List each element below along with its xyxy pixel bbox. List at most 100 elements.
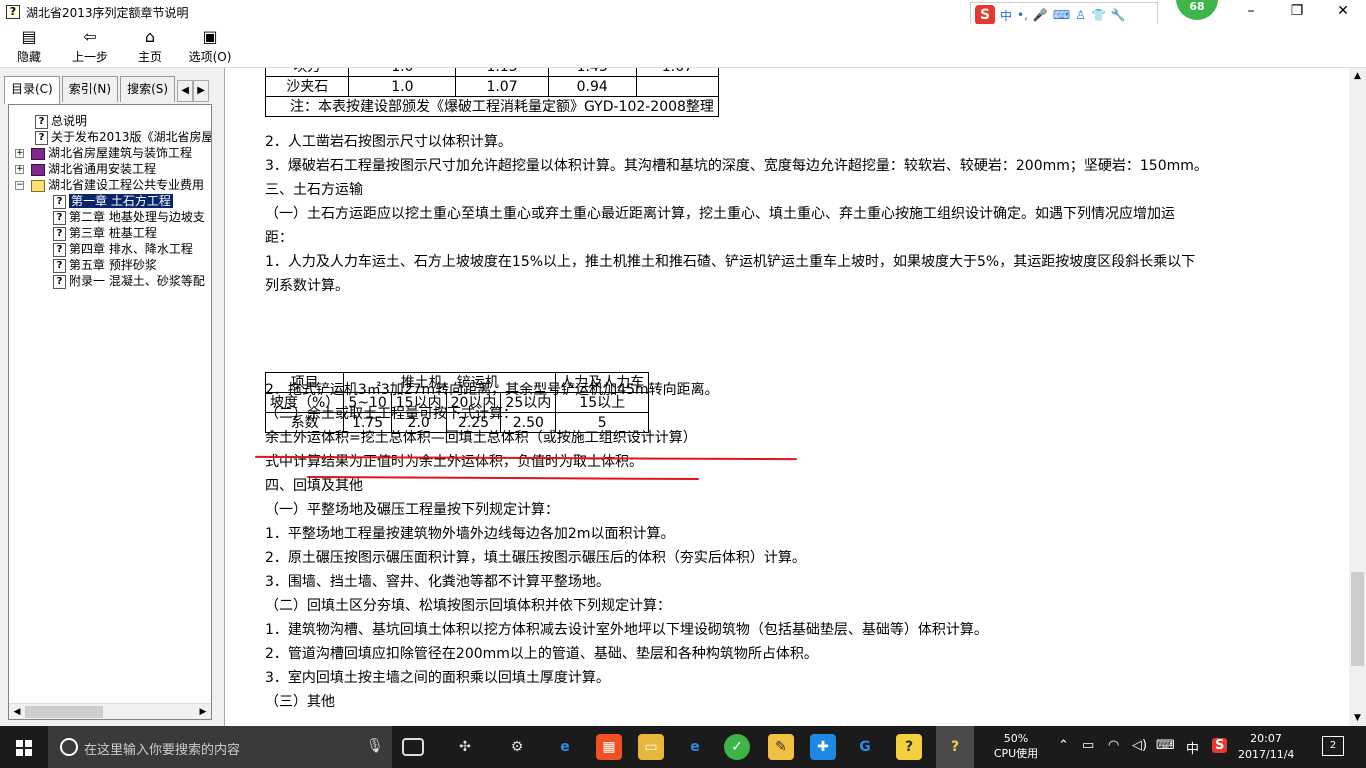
minimize-button[interactable]: – <box>1228 0 1274 24</box>
scroll-right-icon[interactable]: ▶ <box>195 704 211 719</box>
windows-logo-icon <box>16 740 32 756</box>
task-view-icon[interactable] <box>402 738 424 756</box>
paragraph-line: 三、土石方运输 <box>265 182 363 198</box>
edge-icon[interactable]: e <box>552 734 578 760</box>
paragraph-line: （三）其他 <box>265 694 335 710</box>
green-app-icon[interactable]: ✓ <box>724 734 750 760</box>
tree-node[interactable]: ? 关于发布2013版《湖北省房屋 <box>9 129 211 145</box>
store-icon[interactable]: ▦ <box>596 734 622 760</box>
sogou-tray-icon[interactable]: S <box>1212 738 1228 753</box>
paragraph-line: 距： <box>265 230 293 246</box>
tab-index[interactable]: 索引(N) <box>61 76 119 102</box>
tree-node-label: 第一章 土石方工程 <box>69 194 173 208</box>
collapse-icon[interactable]: − <box>15 181 24 190</box>
table-cell <box>635 76 719 97</box>
fan-app-icon[interactable]: ✣ <box>452 734 478 760</box>
tree-node[interactable]: ? 第二章 地基处理与边坡支 <box>9 209 209 225</box>
keyboard-tray-icon[interactable]: ⌨ <box>1156 738 1175 753</box>
ime-lang-indicator[interactable]: 中 <box>1186 738 1199 757</box>
taskbar-search[interactable]: 在这里输入你要搜索的内容 🎙 <box>48 726 392 768</box>
wrench-icon[interactable]: 🔧 <box>1111 8 1126 22</box>
help-app-active-icon[interactable]: ? <box>936 726 974 768</box>
internet-explorer-icon[interactable]: e <box>682 734 708 760</box>
scroll-up-icon[interactable]: ▲ <box>1349 68 1366 84</box>
content-vertical-scrollbar[interactable]: ▲ ▼ <box>1349 68 1366 726</box>
scroll-down-icon[interactable]: ▼ <box>1349 710 1366 726</box>
g-app-icon[interactable]: G <box>852 734 878 760</box>
topic-content: 坎方 1.0 1.15 1.43 1.67 沙夹石 1.0 1.07 0.94 … <box>227 68 1349 726</box>
tree-node[interactable]: − 湖北省建设工程公共专业费用 <box>9 177 209 193</box>
action-center-button[interactable]: 2 <box>1322 736 1344 756</box>
options-button[interactable]: ▣ 选项(O) <box>178 24 242 68</box>
expand-icon[interactable]: + <box>15 149 24 158</box>
system-clock[interactable]: 20:07 2017/11/4 <box>1238 731 1294 763</box>
scroll-thumb[interactable] <box>25 706 103 718</box>
tree-node[interactable]: + 湖北省房屋建筑与装饰工程 <box>9 145 209 161</box>
tree-node[interactable]: ? 附录一 混凝土、砂浆等配 <box>9 273 209 289</box>
hide-button[interactable]: ▤ 隐藏 <box>0 24 58 68</box>
help-app-icon[interactable]: ? <box>896 734 922 760</box>
table-note: 注：本表按建设部颁发《爆破工程消耗量定额》GYD-102-2008整理 <box>265 96 719 117</box>
tree-node-label: 第四章 排水、降水工程 <box>69 242 193 256</box>
table-cell: 坎方 <box>264 68 350 77</box>
open-book-icon <box>31 179 45 192</box>
keyboard-icon[interactable]: ⌨ <box>1053 8 1070 22</box>
tree-node[interactable]: ? 第五章 预拌砂浆 <box>9 257 209 273</box>
table-row: 注：本表按建设部颁发《爆破工程消耗量定额》GYD-102-2008整理 <box>265 96 719 117</box>
mic-icon[interactable]: 🎤 <box>1033 8 1048 22</box>
paragraph-line: 3．室内回填土按主墙之间的面积乘以回填土厚度计算。 <box>265 670 610 686</box>
sogou-logo-icon[interactable]: S <box>975 5 995 25</box>
scroll-thumb[interactable] <box>1351 572 1364 666</box>
navigation-pane: 目录(C) 索引(N) 搜索(S) ◀ ▶ ? 总说明? 关于发布2013版《湖北省… <box>0 68 225 726</box>
paragraph-line: （二）回填土区分夯填、松填按图示回填体积并依下列规定计算： <box>265 598 671 614</box>
skin-icon[interactable]: 👕 <box>1091 8 1106 22</box>
tree-node[interactable]: ? 第四章 排水、降水工程 <box>9 241 209 257</box>
paragraph-line: 1．平整场地工程量按建筑物外墙外边线每边各加2m以面积计算。 <box>265 526 675 542</box>
table-cell: 1.67 <box>635 68 719 77</box>
start-button[interactable] <box>0 726 48 768</box>
tree-horizontal-scrollbar[interactable]: ◀ ▶ <box>9 703 211 719</box>
help-topic-icon: ? <box>53 226 66 241</box>
tree-node[interactable]: + 湖北省通用安装工程 <box>9 161 209 177</box>
title-bar: ? 湖北省2013序列定额章节说明 <box>0 0 1366 24</box>
maximize-button[interactable]: ❐ <box>1274 0 1320 24</box>
user-icon[interactable]: ♙ <box>1075 8 1086 22</box>
paragraph-line: 式中计算结果为正值时为余土外运体积，负值时为取土体积。 <box>265 454 643 470</box>
notes-app-icon[interactable]: ✎ <box>768 734 794 760</box>
tree-node[interactable]: ? 第一章 土石方工程 <box>9 193 209 209</box>
paragraph-line: 2．拖式铲运机3㎡3加27m转向距离，其余型号铲运机加45m转向距离。 <box>265 382 719 398</box>
scroll-left-icon[interactable]: ◀ <box>9 704 25 719</box>
ime-lang-toggle[interactable]: 中 <box>1000 7 1012 24</box>
expand-icon[interactable]: + <box>15 165 24 174</box>
wifi-icon[interactable]: ◠ <box>1108 738 1119 753</box>
tree-node[interactable]: ? 总说明 <box>9 113 209 129</box>
punctuation-icon[interactable]: •, <box>1017 8 1028 22</box>
battery-icon[interactable]: ▭ <box>1082 738 1094 753</box>
file-explorer-icon[interactable]: ▭ <box>638 734 664 760</box>
clock-date: 2017/11/4 <box>1238 748 1295 761</box>
tab-scroll-left-icon[interactable]: ◀ <box>177 80 194 102</box>
table-cell: 1.15 <box>455 68 549 77</box>
toolbar: ▤ 隐藏 ⇦ 上一步 ⌂ 主页 ▣ 选项(O) <box>0 24 1366 68</box>
options-icon: ▣ <box>202 27 218 46</box>
home-button[interactable]: ⌂ 主页 <box>122 24 178 68</box>
cpu-usage-widget[interactable]: 50% CPU使用 <box>990 731 1042 761</box>
tree-node-label: 附录一 混凝土、砂浆等配 <box>69 274 205 288</box>
cross-app-icon[interactable]: ✚ <box>810 734 836 760</box>
show-hidden-icons-icon[interactable]: ⌃ <box>1058 738 1069 753</box>
tab-scroll-right-icon[interactable]: ▶ <box>193 80 210 102</box>
tree-node[interactable]: ? 第三章 桩基工程 <box>9 225 209 241</box>
paragraph-line: 2．原土碾压按图示碾压面积计算，填土碾压按图示碾压后的体积（夯实后体积）计算。 <box>265 550 806 566</box>
help-topic-icon: ? <box>53 258 66 273</box>
close-button[interactable]: ✕ <box>1320 0 1366 24</box>
back-button[interactable]: ⇦ 上一步 <box>58 24 122 68</box>
microphone-icon[interactable]: 🎙 <box>366 738 384 754</box>
red-underline-annotation <box>306 475 700 481</box>
volume-icon[interactable]: ◁) <box>1132 738 1147 753</box>
nav-tabs: 目录(C) 索引(N) 搜索(S) ◀ ▶ <box>4 76 210 104</box>
tab-contents[interactable]: 目录(C) <box>4 76 60 104</box>
settings-app-icon[interactable]: ⚙ <box>504 734 530 760</box>
closed-book-icon <box>31 147 45 160</box>
tree-node-label: 湖北省房屋建筑与装饰工程 <box>48 146 193 160</box>
tab-search[interactable]: 搜索(S) <box>120 76 176 102</box>
